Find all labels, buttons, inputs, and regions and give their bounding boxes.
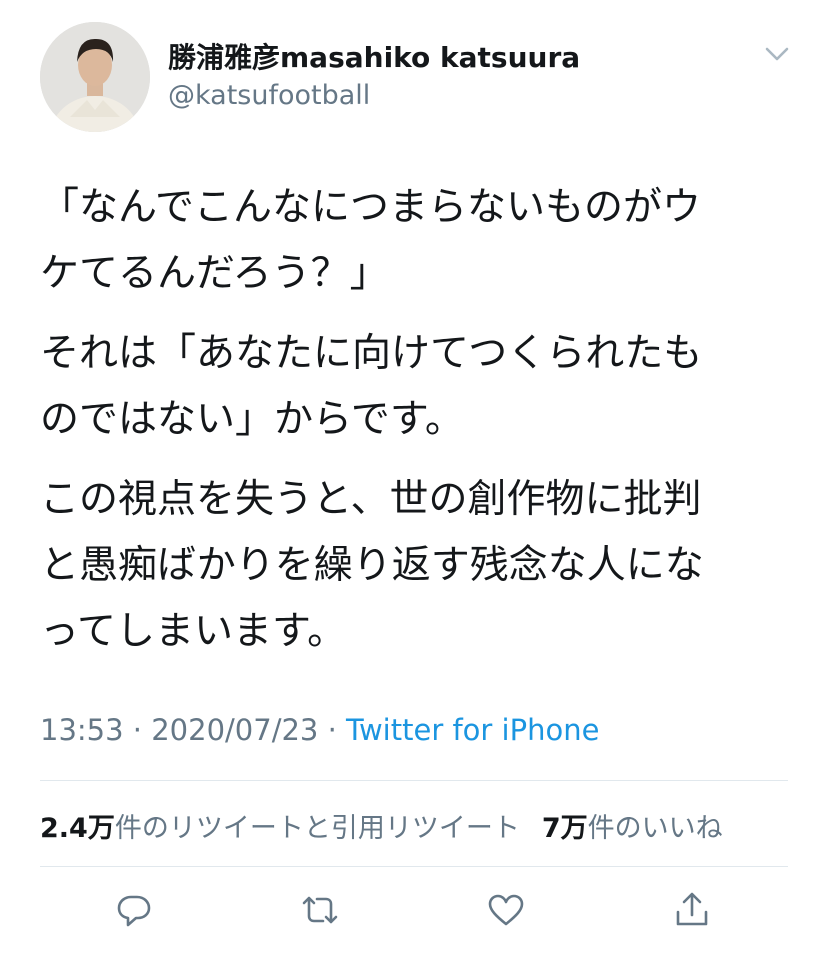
divider (40, 780, 788, 781)
tweet-actions (0, 888, 828, 938)
tweet-meta: 13:53 · 2020/07/23 · Twitter for iPhone (40, 713, 599, 747)
display-name[interactable]: 勝浦雅彦masahiko katsuura (168, 40, 580, 76)
user-names: 勝浦雅彦masahiko katsuura @katsufootball (168, 40, 580, 116)
tweet-line: この視点を失うと、世の創作物に批判 (40, 477, 702, 522)
retweet-button[interactable] (298, 888, 342, 932)
tweet-header: 勝浦雅彦masahiko katsuura @katsufootball (40, 22, 800, 132)
meta-separator: · (318, 713, 347, 747)
tweet-paragraph: 「なんでこんなにつまらないものがウ ケてるんだろう？」 (40, 175, 800, 307)
tweet-line: それは「あなたに向けてつくられたも (40, 331, 703, 376)
divider (40, 866, 788, 867)
tweet-line: ケてるんだろう？」 (40, 251, 389, 296)
tweet-line: と愚痴ばかりを繰り返す残念な人にな (40, 543, 704, 588)
retweets-stat[interactable]: 2.4万件のリツイートと引用リツイート (40, 813, 520, 844)
heart-icon (488, 894, 524, 926)
share-button[interactable] (670, 888, 714, 932)
tweet-line: ってしまいます。 (40, 609, 347, 654)
reply-button[interactable] (112, 888, 156, 932)
meta-separator: · (123, 713, 152, 747)
avatar[interactable] (40, 22, 150, 132)
tweet-text: 「なんでこんなにつまらないものがウ ケてるんだろう？」 それは「あなたに向けてつ… (40, 175, 800, 679)
tweet-time[interactable]: 13:53 (40, 713, 124, 747)
reply-icon (117, 895, 151, 927)
retweet-icon (302, 896, 338, 924)
user-handle[interactable]: @katsufootball (168, 76, 580, 116)
tweet-date[interactable]: 2020/07/23 (151, 713, 318, 747)
chevron-down-icon[interactable] (762, 42, 792, 66)
likes-label: 件のいいね (587, 813, 723, 844)
tweet-stats: 2.4万件のリツイートと引用リツイート 7万件のいいね (40, 806, 723, 845)
share-icon (676, 892, 708, 926)
tweet-line: のではない」からです。 (40, 397, 464, 442)
retweets-label: 件のリツイートと引用リツイート (114, 813, 520, 844)
tweet-line: 「なんでこんなにつまらないものがウ (40, 185, 702, 230)
likes-stat[interactable]: 7万件のいいね (542, 813, 723, 844)
tweet-paragraph: それは「あなたに向けてつくられたも のではない」からです。 (40, 321, 800, 453)
retweets-count: 2.4万 (40, 813, 115, 844)
likes-count: 7万 (541, 813, 588, 844)
tweet-source-link[interactable]: Twitter for iPhone (346, 713, 599, 747)
like-button[interactable] (484, 888, 528, 932)
tweet-paragraph: この視点を失うと、世の創作物に批判 と愚痴ばかりを繰り返す残念な人にな ってしま… (40, 467, 800, 665)
